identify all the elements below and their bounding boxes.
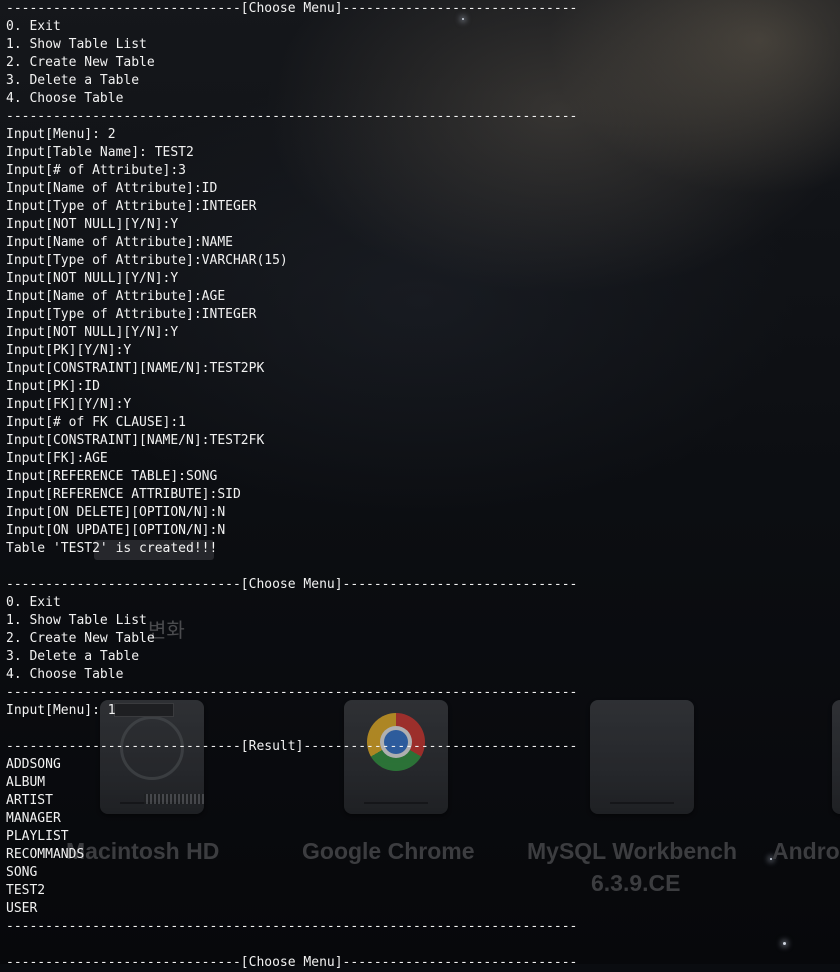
terminal-line: Input[FK]:AGE — [6, 451, 108, 466]
terminal-line: Input[Type of Attribute]:VARCHAR(15) — [6, 253, 288, 268]
terminal-line: 2. Create New Table — [6, 631, 155, 646]
terminal-line: ARTIST — [6, 793, 53, 808]
terminal-line: Input[Name of Attribute]:AGE — [6, 289, 226, 304]
terminal-line: TEST2 — [6, 883, 46, 898]
terminal-line: ------------------------------[Choose Me… — [6, 955, 578, 970]
terminal-line: RECOMMANDS — [6, 847, 85, 862]
terminal-line: Input[Menu]: 1 — [6, 703, 116, 718]
terminal-line: Input[ON DELETE][OPTION/N]:N — [6, 505, 226, 520]
terminal-line: Input[Name of Attribute]:ID — [6, 181, 218, 196]
terminal-line: Input[Type of Attribute]:INTEGER — [6, 199, 257, 214]
terminal-line: 0. Exit — [6, 595, 61, 610]
terminal-line: 1. Show Table List — [6, 37, 147, 52]
terminal-line: Input[Name of Attribute]:NAME — [6, 235, 233, 250]
terminal-line: Table 'TEST2' is created!!! — [6, 541, 218, 556]
terminal-line: 0. Exit — [6, 19, 61, 34]
terminal-line: 1. Show Table List — [6, 613, 147, 628]
terminal-line: Input[CONSTRAINT][NAME/N]:TEST2FK — [6, 433, 265, 448]
terminal-line: USER — [6, 901, 38, 916]
terminal-line: ----------------------------------------… — [6, 685, 578, 700]
terminal-line: Input[# of FK CLAUSE]:1 — [6, 415, 187, 430]
terminal-line: SONG — [6, 865, 38, 880]
terminal-line: ----------------------------------------… — [6, 919, 578, 934]
terminal-line: Input[REFERENCE ATTRIBUTE]:SID — [6, 487, 241, 502]
terminal-line: PLAYLIST — [6, 829, 69, 844]
terminal-line: Input[NOT NULL][Y/N]:Y — [6, 325, 179, 340]
terminal-line: ------------------------------[Result]--… — [6, 739, 578, 754]
terminal-line: Input[PK]:ID — [6, 379, 100, 394]
terminal-line: Input[PK][Y/N]:Y — [6, 343, 132, 358]
terminal-line: 3. Delete a Table — [6, 73, 140, 88]
terminal-line: Input[NOT NULL][Y/N]:Y — [6, 217, 179, 232]
terminal-line: ------------------------------[Choose Me… — [6, 1, 578, 16]
terminal-line: ADDSONG — [6, 757, 61, 772]
terminal-line: 3. Delete a Table — [6, 649, 140, 664]
terminal-line: 2. Create New Table — [6, 55, 155, 70]
terminal-output[interactable]: ------------------------------[Choose Me… — [6, 0, 840, 972]
terminal-line: ----------------------------------------… — [6, 109, 578, 124]
terminal-line: Input[CONSTRAINT][NAME/N]:TEST2PK — [6, 361, 265, 376]
terminal-line: Input[FK][Y/N]:Y — [6, 397, 132, 412]
terminal-line: Input[Type of Attribute]:INTEGER — [6, 307, 257, 322]
terminal-line: Input[NOT NULL][Y/N]:Y — [6, 271, 179, 286]
terminal-line: Input[# of Attribute]:3 — [6, 163, 187, 178]
terminal-line: Input[REFERENCE TABLE]:SONG — [6, 469, 218, 484]
terminal-line: ------------------------------[Choose Me… — [6, 577, 578, 592]
terminal-line: ALBUM — [6, 775, 46, 790]
terminal-line: MANAGER — [6, 811, 61, 826]
terminal-line: Input[Table Name]: TEST2 — [6, 145, 194, 160]
terminal-line: 4. Choose Table — [6, 667, 124, 682]
terminal-line: Input[Menu]: 2 — [6, 127, 116, 142]
terminal-line: 4. Choose Table — [6, 91, 124, 106]
terminal-line: Input[ON UPDATE][OPTION/N]:N — [6, 523, 226, 538]
